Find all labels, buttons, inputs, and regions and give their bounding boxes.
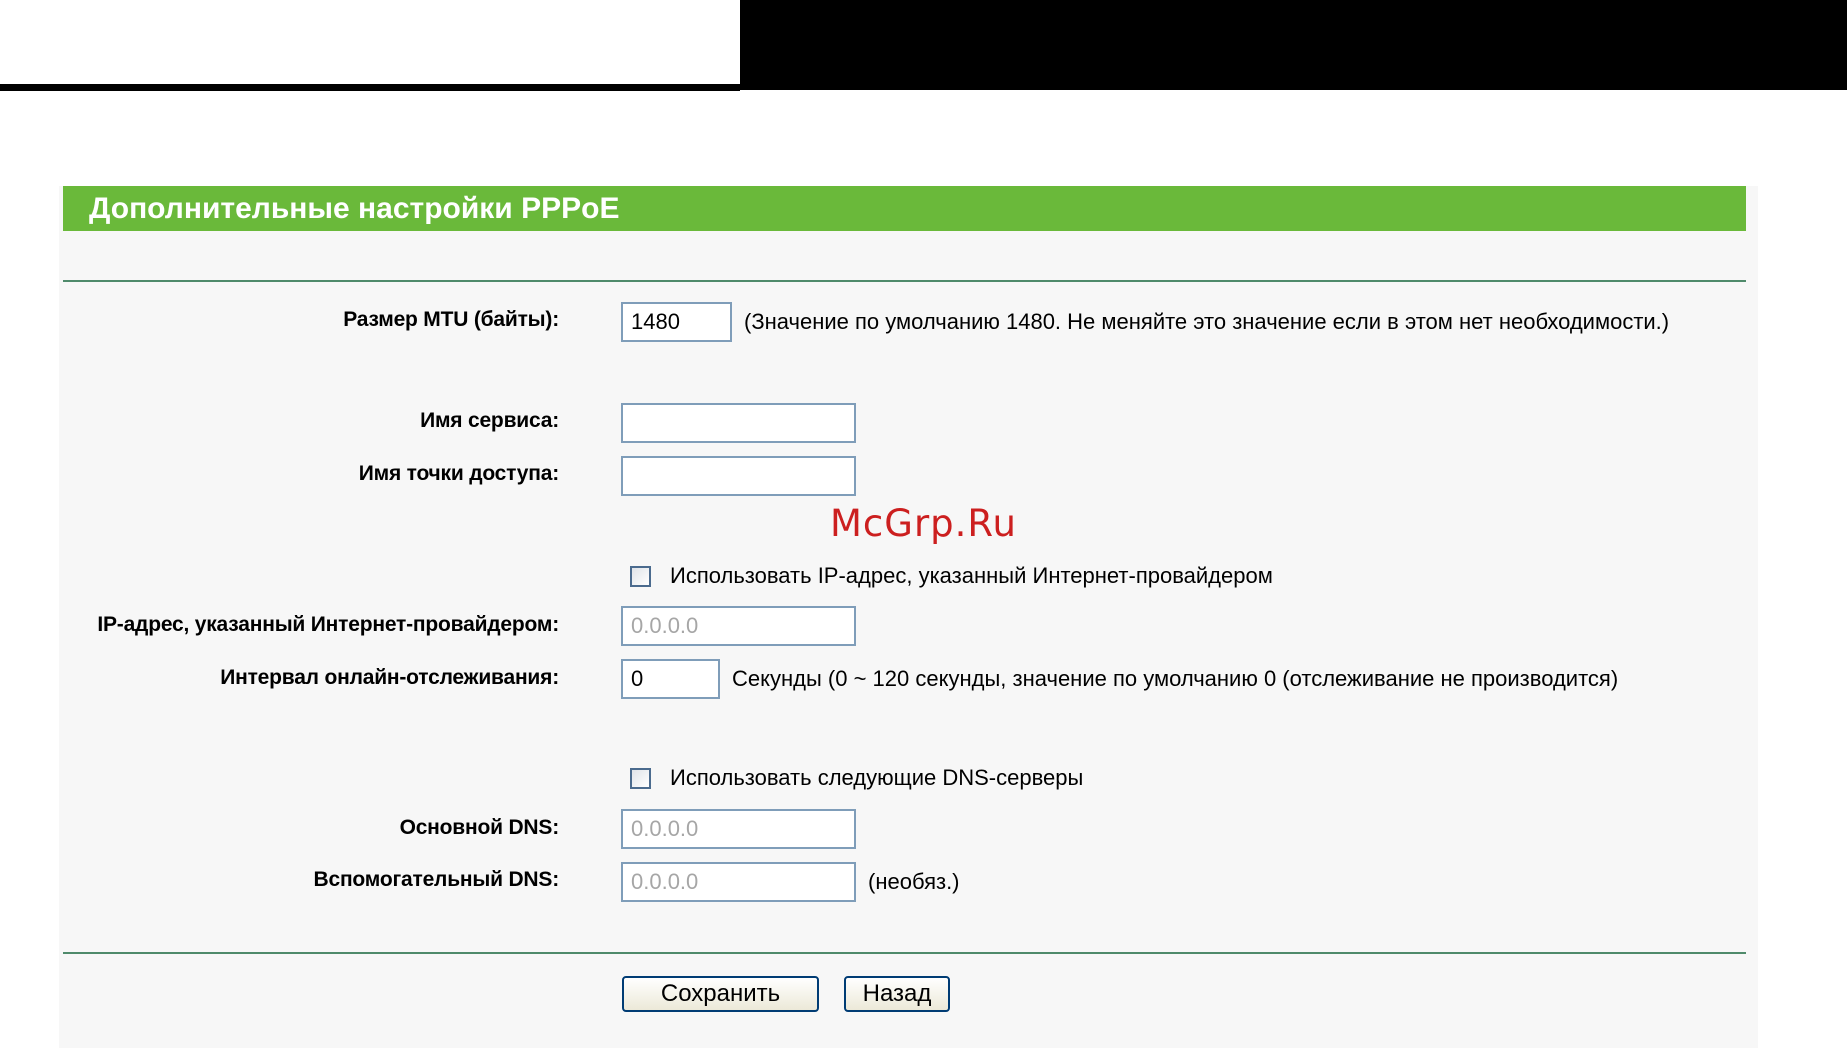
mtu-input[interactable] [621, 302, 732, 342]
use-isp-ip-checkbox[interactable] [630, 566, 651, 587]
save-button[interactable]: Сохранить [622, 976, 819, 1012]
page-title: Дополнительные настройки PPPoE [63, 186, 1746, 231]
service-name-label: Имя сервиса: [420, 409, 559, 432]
top-black-block [740, 0, 1847, 90]
primary-dns-label: Основной DNS: [399, 816, 560, 839]
use-isp-ip-label: Использовать IP-адрес, указанный Интерне… [670, 563, 1273, 588]
mtu-label: Размер MTU (байты): [343, 308, 559, 331]
isp-ip-label: IP-адрес, указанный Интернет-провайдером… [97, 613, 559, 636]
use-dns-label: Использовать следующие DNS-серверы [670, 765, 1084, 790]
use-dns-checkbox[interactable] [630, 768, 651, 789]
mtu-hint: (Значение по умолчанию 1480. Не меняйте … [744, 309, 1670, 334]
primary-dns-input[interactable] [621, 809, 856, 849]
isp-ip-input[interactable] [621, 606, 856, 646]
service-name-input[interactable] [621, 403, 856, 443]
watermark-text: McGrp.Ru [830, 502, 1017, 545]
secondary-dns-input[interactable] [621, 862, 856, 902]
echo-interval-label: Интервал онлайн-отслеживания: [220, 666, 559, 689]
secondary-dns-label: Вспомогательный DNS: [313, 868, 560, 891]
top-black-line [0, 84, 740, 91]
echo-interval-input[interactable] [621, 659, 720, 699]
divider-bottom [63, 952, 1746, 954]
divider-top [63, 280, 1746, 282]
ac-name-input[interactable] [621, 456, 856, 496]
echo-interval-hint: Секунды (0 ~ 120 секунды, значение по ум… [732, 666, 1619, 691]
secondary-dns-hint: (необяз.) [868, 869, 960, 894]
back-button[interactable]: Назад [844, 976, 950, 1012]
ac-name-label: Имя точки доступа: [358, 462, 559, 485]
